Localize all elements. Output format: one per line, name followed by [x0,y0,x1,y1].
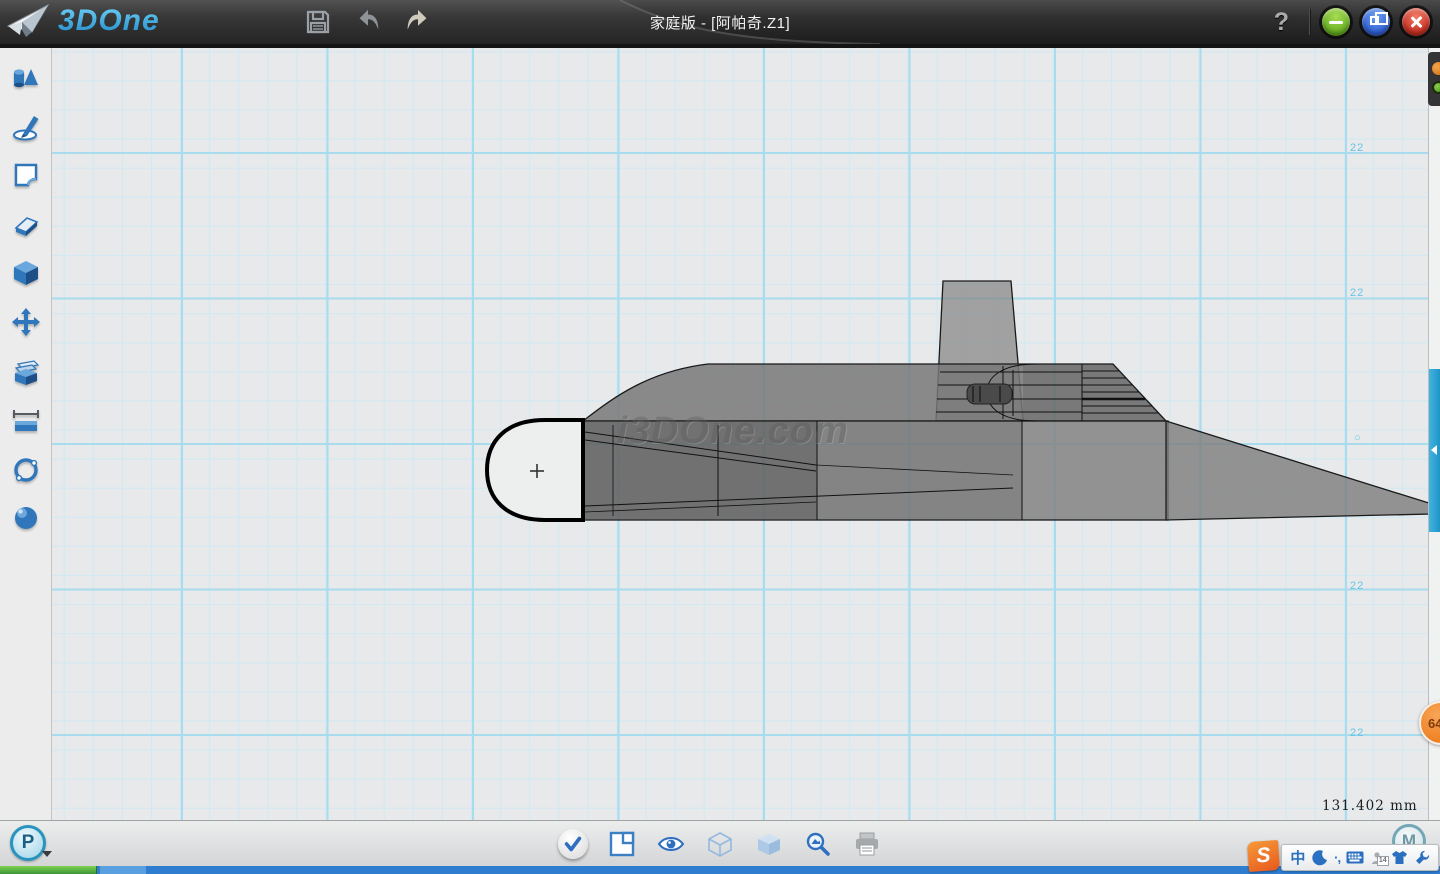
p-badge-label: P [22,832,35,854]
ime-punctuation-toggle[interactable]: ·, [1334,848,1340,868]
toolbar-item-special-features[interactable] [9,355,43,389]
ime-logo-button[interactable]: S [1247,840,1280,872]
eraser-icon [10,209,42,241]
toolbar-item-curves[interactable] [9,453,43,487]
redo-icon [402,7,434,37]
taskbar-start-segment [0,866,97,874]
help-button[interactable]: ? [1266,8,1297,37]
left-toolbar [0,48,52,820]
widget-orange-dot-icon [1432,62,1440,75]
save-button[interactable] [300,5,336,39]
primitives-icon [10,62,42,94]
titlebar-tools [300,5,436,39]
ime-language-toggle[interactable]: 中 [1290,848,1305,868]
sketch-pencil-icon [10,111,42,143]
right-panel-handle[interactable] [1429,369,1440,532]
toolbar-item-primitives[interactable] [9,61,43,95]
toolbar-item-materials[interactable] [9,501,43,535]
app-logo: 3DOne [6,2,160,40]
user-count-icon[interactable]: 14 [1371,848,1385,868]
redo-button[interactable] [400,5,436,39]
minimize-icon [1329,21,1343,25]
user-count-label: 14 [1377,856,1389,866]
zoom-button[interactable] [803,829,833,859]
undo-button[interactable] [350,5,386,39]
keyboard-icon[interactable] [1346,848,1364,868]
ime-logo-letter: S [1256,844,1272,869]
taskbar-app-segment [100,866,146,874]
stacked-cube-icon [10,356,42,388]
wrench-icon[interactable] [1415,848,1430,868]
titlebar: 3DOne 家庭版 - [阿帕奇.Z1] ? [0,0,1440,44]
visibility-button[interactable] [656,829,686,859]
print-button[interactable] [852,829,882,859]
minimize-button[interactable] [1322,8,1350,36]
titlebar-swoosh-decoration [0,0,1440,44]
move-arrows-icon [10,306,42,338]
taskbar-edge [0,866,1440,874]
dimension-icon [10,405,42,437]
skin-shirt-icon[interactable] [1391,848,1408,868]
titlebar-right-controls: ? [1266,0,1430,44]
widget-green-dot-icon [1432,81,1440,94]
printer-icon [854,831,880,857]
modeling-canvas[interactable] [52,48,1428,820]
toolbar-item-dimension[interactable] [9,404,43,438]
ime-toolbar: 中 ·, 14 [1281,844,1439,871]
view-plane-button[interactable] [607,829,637,859]
restore-button[interactable] [1362,8,1390,36]
undo-icon [352,7,384,37]
magnifier-icon [805,831,831,857]
wireframe-display-button[interactable] [705,829,735,859]
ring-icon [10,454,42,486]
statusbar-tools [558,829,882,859]
toolbar-item-features[interactable] [9,256,43,290]
collapsed-view-widget[interactable] [1428,52,1440,106]
shaded-cube-icon [756,831,782,857]
close-button[interactable] [1402,8,1430,36]
titlebar-bottom-edge [0,44,1440,48]
cube-icon [10,257,42,289]
toolbar-item-edit-sketch[interactable] [9,158,43,192]
profile-p-badge[interactable]: P [10,825,46,861]
sheet-icon [10,159,42,191]
paper-plane-icon [6,2,52,40]
panel-expand-arrow-icon [1431,445,1437,455]
shaded-display-button[interactable] [754,829,784,859]
eye-icon [657,835,685,853]
p-badge-dropdown-arrow[interactable] [42,851,52,857]
close-icon [1402,8,1430,36]
toolbar-item-sketch[interactable] [9,110,43,144]
ime-tray: S 中 ·, 14 [1248,841,1439,871]
version-badge-label: 64 [1428,716,1440,731]
view-plane-icon [609,831,635,857]
measurement-readout: 131.402 mm [1322,798,1418,814]
sphere-icon [10,502,42,534]
toolbar-item-eraser[interactable] [9,208,43,242]
wireframe-cube-icon [707,831,733,857]
titlebar-separator [1309,9,1310,35]
moon-icon[interactable] [1312,848,1328,868]
save-icon [304,8,332,36]
toolbar-item-move[interactable] [9,305,43,339]
app-name: 3DOne [58,4,160,38]
confirm-button[interactable] [558,829,588,859]
restore-icon [1370,16,1379,25]
check-icon [562,833,584,855]
